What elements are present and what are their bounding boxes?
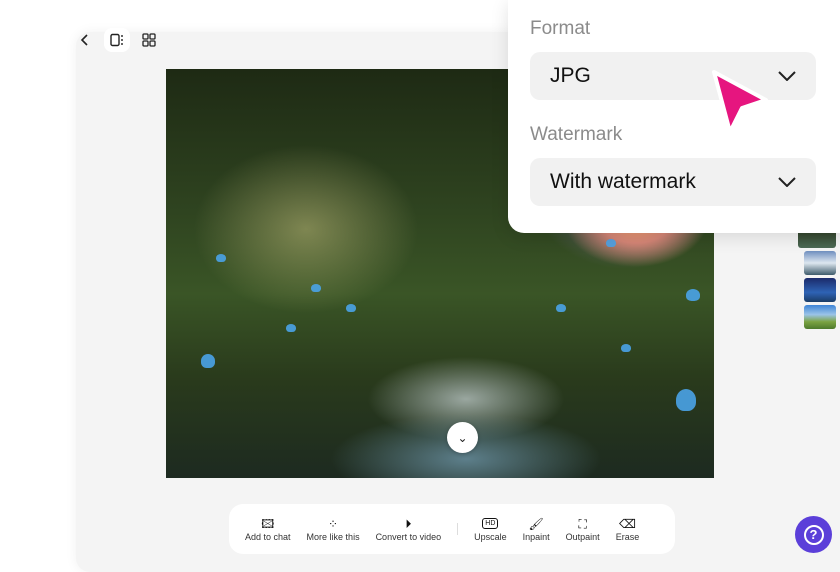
download-options-popup: Format JPG Watermark With watermark — [508, 0, 840, 233]
question-icon: ? — [803, 524, 824, 545]
add-to-chat-button[interactable]: 🖾 Add to chat — [237, 504, 299, 554]
convert-to-video-button[interactable]: ⏵ Convert to video — [368, 504, 450, 554]
eraser-icon: ⌫ — [618, 517, 636, 531]
format-label: Format — [530, 18, 591, 39]
chevron-down-icon — [778, 71, 796, 81]
hd-icon: HD — [482, 518, 499, 529]
variations-icon: ⁘ — [328, 517, 339, 531]
scroll-down-button[interactable]: ⌄ — [447, 422, 478, 453]
help-button[interactable]: ? — [795, 516, 832, 553]
back-button[interactable] — [72, 28, 98, 52]
watermark-select[interactable]: With watermark — [530, 158, 816, 206]
image-add-icon: 🖾 — [261, 517, 275, 531]
chevrons-down-icon: ⌄ — [457, 430, 468, 445]
panel-icon — [110, 33, 123, 47]
erase-button[interactable]: ⌫ Erase — [608, 504, 648, 554]
grid-icon — [142, 33, 156, 47]
view-controls — [72, 28, 162, 52]
cursor-pointer-icon — [712, 70, 768, 134]
upscale-button[interactable]: HD Upscale — [466, 504, 515, 554]
chevron-down-icon — [778, 177, 796, 187]
play-icon: ⏵ — [405, 517, 412, 531]
outpaint-button[interactable]: ⛶ Outpaint — [558, 504, 608, 554]
grid-view-button[interactable] — [136, 28, 162, 52]
thumbnail[interactable] — [804, 305, 836, 329]
history-thumbnails — [798, 228, 836, 329]
expand-icon: ⛶ — [578, 517, 587, 531]
thumbnail[interactable] — [804, 251, 836, 275]
single-view-button[interactable] — [104, 28, 130, 52]
image-toolbar: 🖾 Add to chat ⁘ More like this ⏵ Convert to… — [229, 504, 675, 554]
more-like-this-button[interactable]: ⁘ More like this — [299, 504, 368, 554]
watermark-label: Watermark — [530, 124, 623, 145]
divider — [457, 523, 459, 535]
format-select[interactable]: JPG — [530, 52, 816, 100]
inpaint-button[interactable]: 🖌 Inpaint — [515, 504, 558, 554]
brush-icon: 🖌 — [528, 517, 544, 531]
thumbnail[interactable] — [804, 278, 836, 302]
